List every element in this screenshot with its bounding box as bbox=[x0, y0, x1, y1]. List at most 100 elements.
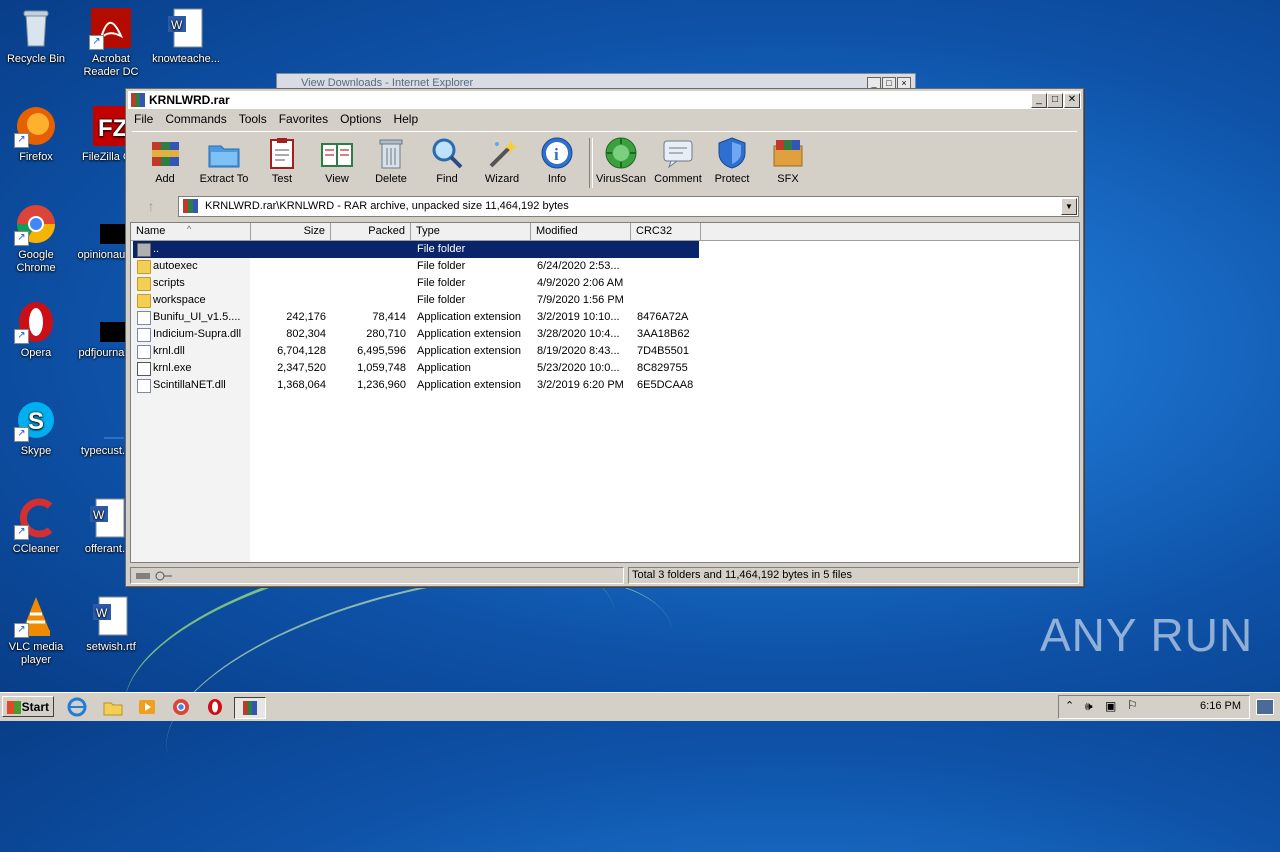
parent-folder-icon bbox=[137, 243, 151, 257]
column-modified[interactable]: Modified bbox=[531, 223, 631, 240]
table-row[interactable]: autoexec File folder 6/24/2020 2:53... bbox=[131, 258, 1079, 275]
chevron-down-icon[interactable]: ▼ bbox=[1061, 198, 1077, 215]
sort-caret-icon: ^ bbox=[187, 224, 192, 234]
desktop-icon-skype[interactable]: S ↗ Skype bbox=[0, 398, 72, 458]
network-icon[interactable]: ▣ bbox=[1105, 699, 1116, 713]
trash-icon bbox=[374, 136, 408, 170]
menu-help[interactable]: Help bbox=[387, 110, 424, 126]
magnifier-icon bbox=[430, 136, 464, 170]
show-hidden-icons-icon[interactable]: ⌃ bbox=[1065, 699, 1074, 712]
status-bar: Total 3 folders and 11,464,192 bytes in … bbox=[130, 567, 1079, 584]
sfx-box-icon bbox=[771, 136, 805, 170]
cell-packed bbox=[331, 292, 406, 309]
table-row[interactable]: krnl.exe 2,347,520 1,059,748 Application 5/2… bbox=[131, 360, 1079, 377]
table-row[interactable]: workspace File folder 7/9/2020 1:56 PM bbox=[131, 292, 1079, 309]
cell-name: krnl.exe bbox=[153, 362, 192, 374]
menu-tools[interactable]: Tools bbox=[233, 110, 273, 126]
menu-commands[interactable]: Commands bbox=[159, 110, 232, 126]
column-type[interactable]: Type bbox=[411, 223, 531, 240]
desktop-icon-opera[interactable]: ↗ Opera bbox=[0, 300, 72, 360]
toolbar-sfx-button[interactable]: SFX bbox=[759, 136, 817, 185]
winrar-app-icon bbox=[131, 93, 145, 107]
start-button[interactable]: Start bbox=[2, 696, 54, 717]
show-desktop-icon[interactable] bbox=[1256, 699, 1274, 715]
chrome-taskbar-icon[interactable] bbox=[170, 697, 192, 717]
toolbar-info-button[interactable]: i Info bbox=[528, 136, 586, 185]
cell-packed: 1,236,960 bbox=[357, 379, 406, 391]
cell-crc32: 8C829755 bbox=[637, 362, 688, 374]
cell-type: Application bbox=[417, 362, 471, 374]
minimize-button[interactable]: _ bbox=[1031, 93, 1047, 108]
cell-size: 242,176 bbox=[286, 311, 326, 323]
action-center-flag-icon[interactable]: ⚐ bbox=[1127, 698, 1138, 712]
windows-flag-icon bbox=[7, 701, 21, 714]
menu-favorites[interactable]: Favorites bbox=[273, 110, 334, 126]
column-packed[interactable]: Packed bbox=[331, 223, 411, 240]
toolbar-virusscan-button[interactable]: VirusScan bbox=[592, 136, 650, 185]
cell-crc32 bbox=[637, 275, 699, 292]
desktop-icon-vlc[interactable]: ↗ VLC media player bbox=[0, 594, 72, 667]
cell-crc32 bbox=[637, 241, 699, 258]
menu-file[interactable]: File bbox=[128, 110, 159, 126]
cell-modified: 8/19/2020 8:43... bbox=[537, 345, 620, 357]
table-row[interactable]: scripts File folder 4/9/2020 2:06 AM bbox=[131, 275, 1079, 292]
shortcut-arrow-icon: ↗ bbox=[14, 231, 29, 246]
table-row[interactable]: ScintillaNET.dll 1,368,064 1,236,960 Applic… bbox=[131, 377, 1079, 394]
cell-type: File folder bbox=[417, 260, 466, 272]
cell-modified: 3/2/2019 10:10... bbox=[537, 311, 620, 323]
toolbar-protect-button[interactable]: Protect bbox=[703, 136, 761, 185]
toolbar-comment-button[interactable]: Comment bbox=[649, 136, 707, 185]
address-bar[interactable]: KRNLWRD.rar\KRNLWRD - RAR archive, unpac… bbox=[178, 196, 1079, 217]
winrar-taskbar-button[interactable] bbox=[234, 697, 266, 719]
maximize-button[interactable]: □ bbox=[1047, 93, 1063, 108]
cell-name: krnl.dll bbox=[153, 345, 185, 357]
table-row[interactable]: Indicium-Supra.dll 802,304 280,710 Applicat… bbox=[131, 326, 1079, 343]
desktop-icon-acrobat[interactable]: ↗ Acrobat Reader DC bbox=[75, 6, 147, 79]
toolbar-find-button[interactable]: Find bbox=[418, 136, 476, 185]
close-button[interactable]: ✕ bbox=[1064, 93, 1080, 108]
svg-text:W: W bbox=[96, 606, 108, 620]
cell-packed: 1,059,748 bbox=[357, 362, 406, 374]
menu-options[interactable]: Options bbox=[334, 110, 387, 126]
media-player-taskbar-icon[interactable] bbox=[136, 697, 158, 717]
svg-text:FZ: FZ bbox=[98, 115, 127, 142]
extract-folder-icon bbox=[207, 136, 241, 170]
desktop-icon-setwish[interactable]: W setwish.rtf bbox=[75, 594, 147, 654]
toolbar-extract-to-button[interactable]: Extract To bbox=[195, 136, 253, 185]
cell-modified: 3/2/2019 6:20 PM bbox=[537, 379, 624, 391]
desktop-icon-firefox[interactable]: ↗ Firefox bbox=[0, 104, 72, 164]
desktop-icon-chrome[interactable]: ↗ Google Chrome bbox=[0, 202, 72, 275]
recycle-bin-icon bbox=[14, 6, 58, 50]
svg-text:W: W bbox=[93, 508, 105, 522]
winrar-taskbar-icon bbox=[243, 701, 257, 715]
cell-type: Application extension bbox=[417, 345, 521, 357]
title-bar[interactable]: KRNLWRD.rar _ □ ✕ bbox=[128, 91, 1081, 109]
desktop-icon-knowteache[interactable]: W knowteache... bbox=[150, 6, 222, 66]
opera-taskbar-icon[interactable] bbox=[204, 697, 226, 717]
svg-text:W: W bbox=[171, 18, 183, 32]
desktop-icon-ccleaner[interactable]: ↗ CCleaner bbox=[0, 496, 72, 556]
cell-size bbox=[251, 292, 326, 309]
toolbar-add-button[interactable]: Add bbox=[136, 136, 194, 185]
cell-type: Application extension bbox=[417, 311, 521, 323]
column-crc32[interactable]: CRC32 bbox=[631, 223, 701, 240]
cell-modified: 4/9/2020 2:06 AM bbox=[537, 277, 624, 289]
column-size[interactable]: Size bbox=[251, 223, 331, 240]
table-row[interactable]: .. File folder bbox=[131, 241, 1079, 258]
desktop-icon-recycle-bin[interactable]: Recycle Bin bbox=[0, 6, 72, 66]
table-row[interactable]: Bunifu_UI_v1.5.... 242,176 78,414 Applicati… bbox=[131, 309, 1079, 326]
toolbar-delete-button[interactable]: Delete bbox=[362, 136, 420, 185]
up-arrow-icon[interactable]: ↑ bbox=[136, 198, 166, 215]
explorer-taskbar-icon[interactable] bbox=[102, 697, 124, 717]
toolbar-test-button[interactable]: Test bbox=[253, 136, 311, 185]
cell-size: 1,368,064 bbox=[277, 379, 326, 391]
skype-icon: S ↗ bbox=[14, 398, 58, 442]
toolbar-wizard-button[interactable]: Wizard bbox=[473, 136, 531, 185]
table-row[interactable]: krnl.dll 6,704,128 6,495,596 Application ex… bbox=[131, 343, 1079, 360]
volume-icon[interactable]: 🕪 bbox=[1085, 699, 1093, 714]
ie-taskbar-icon[interactable] bbox=[66, 697, 88, 717]
clock[interactable]: 6:16 PM bbox=[1200, 700, 1241, 712]
cell-modified: 5/23/2020 10:0... bbox=[537, 362, 620, 374]
svg-text:S: S bbox=[28, 408, 44, 435]
toolbar-view-button[interactable]: View bbox=[308, 136, 366, 185]
